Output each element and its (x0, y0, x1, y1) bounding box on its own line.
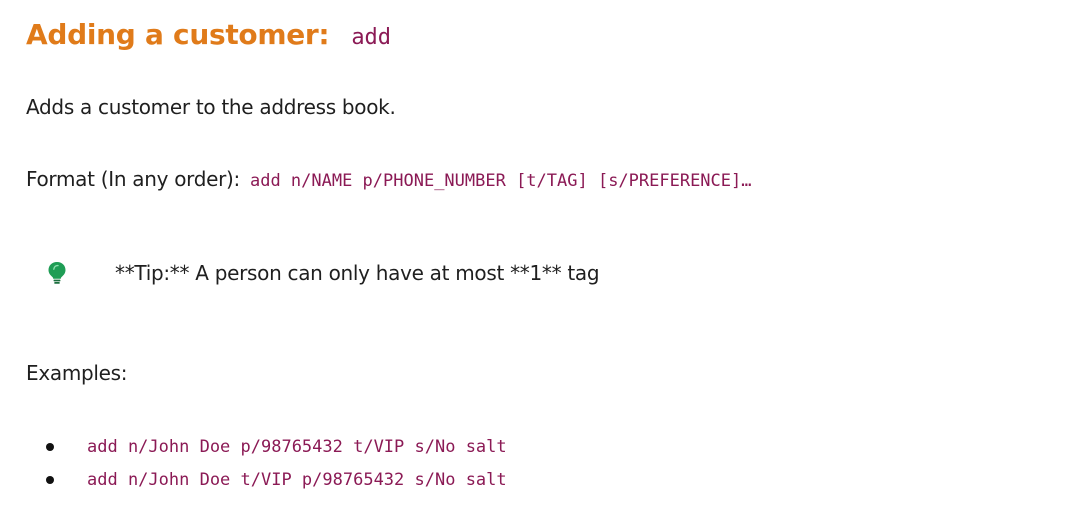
example-item: add n/John Doe p/98765432 t/VIP s/No sal… (40, 430, 507, 463)
example-code: add n/John Doe p/98765432 t/VIP s/No sal… (87, 436, 507, 457)
example-item: add n/John Doe t/VIP p/98765432 s/No sal… (40, 463, 507, 496)
format-syntax-code: add n/NAME p/PHONE_NUMBER [t/TAG] [s/PRE… (249, 171, 752, 191)
examples-label: Examples: (26, 361, 128, 385)
bullet-icon (46, 475, 54, 484)
tip-text: **Tip:** A person can only have at most … (115, 261, 600, 285)
example-code: add n/John Doe t/VIP p/98765432 s/No sal… (87, 469, 507, 490)
description-paragraph: Adds a customer to the address book. (26, 95, 396, 119)
heading-command-code: add (351, 25, 392, 50)
format-paragraph: Format (In any order): add n/NAME p/PHONE… (26, 167, 751, 193)
examples-list: add n/John Doe p/98765432 t/VIP s/No sal… (40, 430, 507, 496)
lightbulb-icon (48, 262, 66, 284)
tip-callout: **Tip:** A person can only have at most … (47, 260, 600, 286)
heading-title: Adding a customer: (26, 18, 330, 51)
section-heading: Adding a customer: add (26, 18, 391, 60)
format-label: Format (In any order): (26, 167, 240, 191)
bullet-icon (46, 442, 54, 451)
